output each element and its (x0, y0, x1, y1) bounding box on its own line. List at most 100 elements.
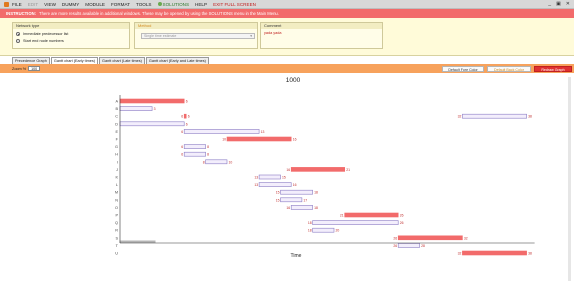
network-type-box: Network type Immediate predecessor list … (12, 22, 130, 49)
bar-start-label: 13 (254, 176, 258, 180)
bar-end-label: 18 (314, 206, 318, 210)
menu-format[interactable]: FORMAT (111, 2, 130, 7)
tab-gantt-early[interactable]: Gantt chart (Early times) (50, 57, 99, 64)
bar-end-label: 16 (293, 183, 297, 187)
gantt-bar (312, 220, 399, 225)
menu-module[interactable]: MODULE (85, 2, 105, 7)
method-select[interactable]: Single time estimate ▾ (141, 33, 255, 39)
instruction-text: There are more results available in addi… (39, 11, 279, 16)
gantt-bar (226, 136, 292, 142)
activity-label: M (115, 191, 118, 195)
app-logo-icon (4, 1, 9, 7)
menu-solutions-label: SOLUTIONS (162, 1, 190, 7)
bar-start-label: 18 (308, 229, 312, 233)
gantt-bar (462, 250, 527, 256)
menu-help[interactable]: HELP (195, 2, 207, 7)
menu-tools[interactable]: TOOLS (136, 2, 152, 7)
gantt-bar (183, 113, 187, 119)
activity-label: L (116, 183, 118, 187)
zoom-select[interactable]: 100 (28, 66, 41, 71)
menu-solutions[interactable]: SOLUTIONS (157, 1, 190, 7)
minimize-icon[interactable]: _ (548, 1, 551, 7)
method-box: Method Single time estimate ▾ (134, 22, 258, 49)
radio-predecessor-list[interactable]: Immediate predecessor list (16, 32, 129, 36)
bar-end-label: 13 (261, 130, 265, 134)
activity-label: S (115, 236, 118, 240)
activity-label: K (115, 176, 118, 180)
tab-bar: Precedence Graph Gantt chart (Early time… (12, 57, 209, 64)
tab-gantt-early-late[interactable]: Gantt chart (Early and Late times) (145, 57, 209, 64)
menu-exit-full-screen[interactable]: EXIT FULL SCREEN (213, 2, 256, 7)
zoom-control: Zoom % 100 (12, 66, 41, 71)
chevron-down-icon: ▾ (250, 34, 252, 38)
activity-label: I (117, 160, 118, 164)
bar-start-label: 6 (181, 153, 183, 157)
gantt-bar (183, 144, 206, 149)
gantt-bar (258, 174, 281, 180)
bar-end-label: 26 (400, 214, 404, 218)
bar-end-label: 32 (464, 236, 468, 240)
radio-dot-selected[interactable] (16, 32, 20, 36)
activity-label: C (115, 115, 118, 119)
menu-view[interactable]: VIEW (44, 2, 56, 7)
bar-end-label: 8 (207, 145, 209, 149)
bar-start-label: 16 (286, 206, 290, 210)
bar-start-label: 13 (254, 183, 258, 187)
menu-file[interactable]: FILE (12, 2, 22, 7)
bar-start-label: 18 (308, 221, 312, 225)
bar-end-label: 21 (346, 168, 350, 172)
tab-gantt-late[interactable]: Gantt chart (Late times) (99, 57, 145, 64)
bar-end-label: 6 (186, 100, 188, 104)
gantt-chart: 1000A 6B 3C 6 6D 6E 6 13F 10 16G 6 8H 6 8I 8 10J 16 21K 13… (115, 77, 535, 259)
gantt-bar (280, 189, 313, 195)
activity-label: N (115, 198, 118, 202)
tab-precedence-graph[interactable]: Precedence Graph (12, 57, 50, 64)
redraw-graph-button[interactable]: Redraw Graph (534, 65, 572, 72)
activity-label: A (115, 100, 118, 104)
default-back-color-button[interactable]: Default Back Color (487, 65, 531, 72)
activity-label: P (115, 214, 118, 218)
close-icon[interactable]: ✕ (566, 1, 570, 7)
network-type-title: Network type (13, 23, 129, 29)
bar-start-label: 15 (276, 198, 280, 202)
bar-end-label: 15 (282, 176, 286, 180)
gantt-bar (183, 129, 260, 134)
window-controls: _ ▣ ✕ (548, 1, 570, 7)
radio-start-end-nodes[interactable]: Start end node numbers (16, 39, 129, 43)
bar-end-label: 17 (303, 198, 307, 202)
instruction-bar: INSTRUCTION: There are more results avai… (0, 9, 574, 18)
gantt-bar (119, 98, 185, 104)
activity-label: R (115, 229, 118, 233)
activity-label: G (115, 145, 118, 149)
gantt-canvas: 1000 A 6 B 3 C 6 6 D 6 E 6 13 F 10 16 G 6 8 H 6 8 I 8 10 J 16 21 K 13… (0, 73, 574, 286)
solutions-icon (157, 2, 162, 7)
bar-start-label: 6 (181, 145, 183, 149)
vertical-scrollbar[interactable] (568, 77, 571, 281)
activity-label: T (116, 244, 119, 248)
default-fore-color-button[interactable]: Default Fore Color (442, 65, 484, 72)
radio-dot[interactable] (16, 39, 20, 43)
zoom-label: Zoom % (12, 66, 27, 71)
activity-label: B (115, 107, 118, 111)
bar-start-label: 8 (203, 160, 205, 164)
bar-end-label: 6 (188, 115, 190, 119)
menu-dummy[interactable]: DUMMY (62, 2, 79, 7)
activity-label: Q (115, 221, 118, 225)
activity-label: U (115, 252, 118, 256)
bar-start-label: 16 (286, 168, 290, 172)
comment-box: Comment yada yada (260, 22, 383, 49)
bar-end-label: 38 (528, 252, 532, 256)
menu-edit[interactable]: EDIT (28, 2, 38, 7)
bar-end-label: 8 (207, 153, 209, 157)
gantt-bar (119, 121, 185, 127)
bar-end-label: 6 (186, 122, 188, 126)
bar-start-label: 32 (458, 252, 462, 256)
config-panel: Network type Immediate predecessor list … (0, 18, 574, 56)
bar-end-label: 38 (528, 115, 532, 119)
bar-start-label: 6 (181, 115, 183, 119)
restore-icon[interactable]: ▣ (556, 1, 561, 7)
comment-text[interactable]: yada yada (261, 29, 382, 37)
gantt-bar (280, 197, 303, 203)
bar-start-label: 32 (458, 115, 462, 119)
bar-start-label: 10 (222, 138, 226, 142)
